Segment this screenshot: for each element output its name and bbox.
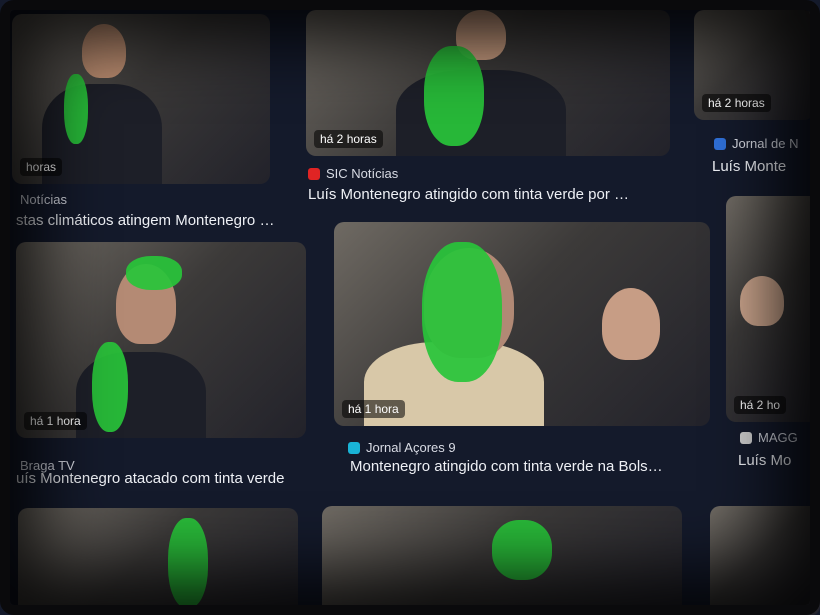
news-thumbnail-row3-2[interactable] xyxy=(322,506,682,615)
source-label: Notícias xyxy=(20,192,67,207)
news-thumbnail[interactable]: há 2 horas xyxy=(306,10,670,156)
news-source: SIC Notícias xyxy=(308,166,398,181)
news-thumbnail[interactable]: há 2 ho xyxy=(726,196,820,422)
news-thumbnail-row3-1[interactable] xyxy=(18,508,298,615)
green-paint xyxy=(64,74,88,144)
time-badge: há 2 ho xyxy=(734,396,787,414)
news-thumbnail[interactable]: há 1 hora xyxy=(334,222,710,426)
news-title[interactable]: stas climáticos atingem Montenegro … xyxy=(16,212,282,229)
green-paint xyxy=(168,518,208,608)
news-source: Jornal Açores 9 xyxy=(348,440,456,455)
news-source: Jornal de N xyxy=(714,136,798,151)
green-paint xyxy=(92,342,128,432)
green-paint xyxy=(126,256,182,290)
jn-icon xyxy=(714,137,726,150)
time-badge: há 2 horas xyxy=(314,130,383,148)
news-card-6[interactable]: há 2 ho MAGG Luís Mo xyxy=(722,196,820,476)
news-title[interactable]: Luís Monte xyxy=(712,158,812,175)
news-results-screen: horas Notícias stas climáticos atingem M… xyxy=(0,0,820,615)
news-source: MAGG xyxy=(740,430,798,445)
news-card-1[interactable]: horas Notícias stas climáticos atingem M… xyxy=(12,14,282,234)
news-title[interactable]: Montenegro atingido com tinta verde na B… xyxy=(350,458,710,475)
time-badge: há 1 hora xyxy=(342,400,405,418)
news-title[interactable]: uís Montenegro atacado com tinta verde xyxy=(16,470,312,487)
time-badge: há 1 hora xyxy=(24,412,87,430)
source-label: Jornal Açores 9 xyxy=(366,440,456,455)
green-paint xyxy=(424,46,484,146)
news-thumbnail[interactable]: há 2 horas xyxy=(694,10,814,120)
time-badge: há 2 horas xyxy=(702,94,771,112)
green-paint xyxy=(422,242,502,382)
news-card-2[interactable]: há 2 horas SIC Notícias Luís Montenegro … xyxy=(300,10,680,220)
source-label: Jornal de N xyxy=(732,136,799,151)
person-head xyxy=(602,288,660,360)
sic-icon xyxy=(308,167,320,180)
acores9-icon xyxy=(348,441,360,454)
news-card-5[interactable]: há 1 hora Jornal Açores 9 Montenegro ati… xyxy=(330,222,714,482)
source-label: SIC Notícias xyxy=(326,166,399,181)
source-label: MAGG xyxy=(758,430,798,445)
magg-icon xyxy=(740,431,752,444)
news-card-4[interactable]: há 1 hora Braga TV uís Montenegro atacad… xyxy=(12,242,312,492)
news-thumbnail-row3-3[interactable] xyxy=(710,506,820,615)
news-thumbnail[interactable]: há 1 hora xyxy=(16,242,306,438)
news-source: Notícias xyxy=(20,192,67,207)
person-head xyxy=(82,24,126,78)
news-thumbnail[interactable]: horas xyxy=(12,14,270,184)
news-title[interactable]: Luís Mo xyxy=(738,452,820,469)
time-badge: horas xyxy=(20,158,63,176)
news-title[interactable]: Luís Montenegro atingido com tinta verde… xyxy=(308,186,678,203)
news-card-3[interactable]: há 2 horas Jornal de N Luís Monte xyxy=(688,10,820,190)
green-paint xyxy=(492,520,552,580)
person-head xyxy=(740,276,784,326)
